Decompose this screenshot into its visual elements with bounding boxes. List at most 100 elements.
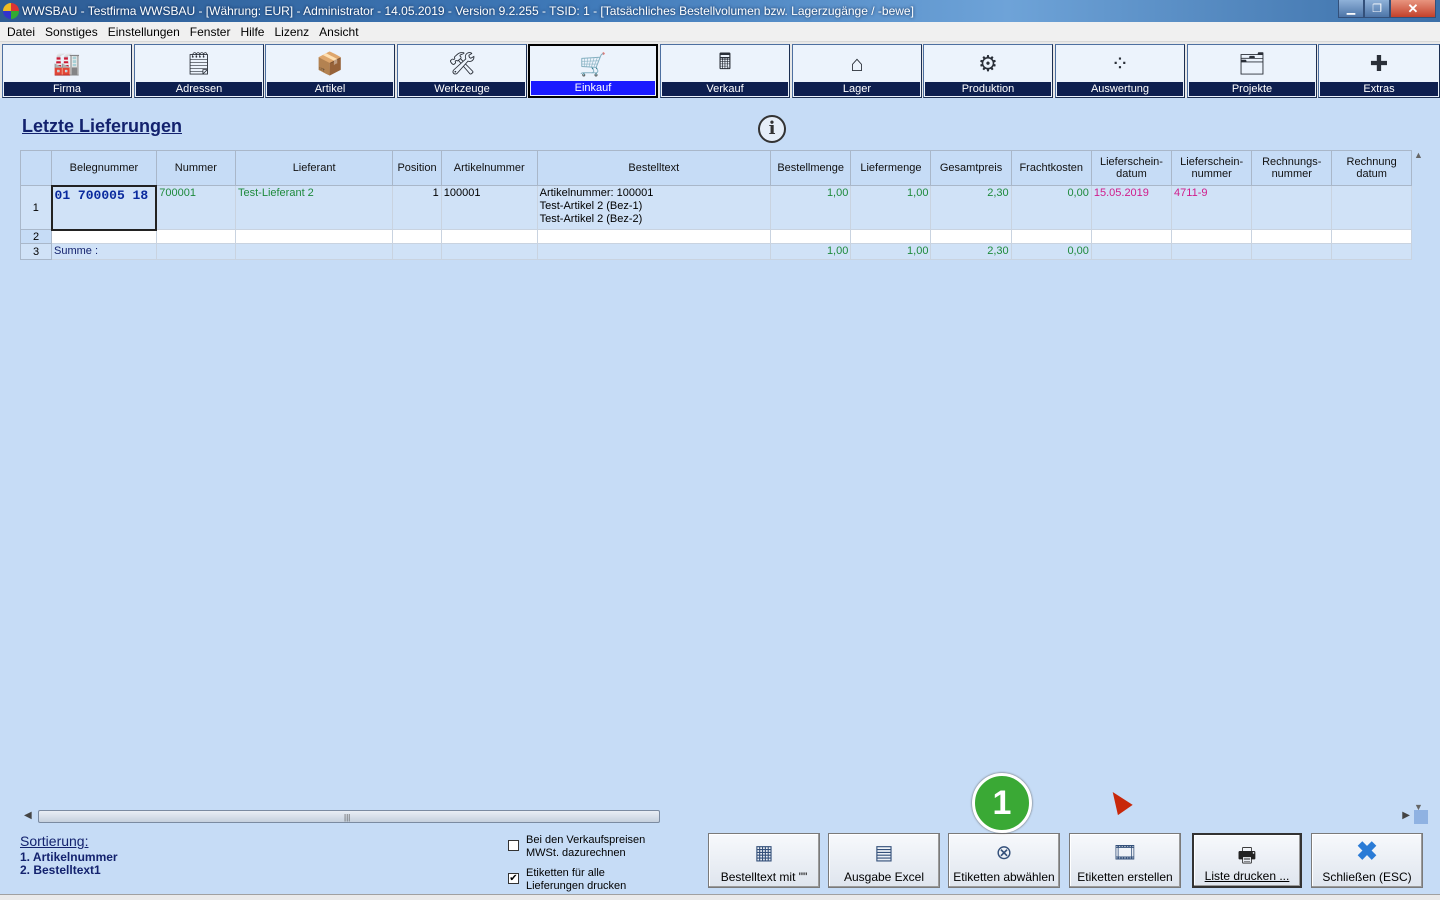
- toolbar-label: Verkauf: [662, 82, 788, 96]
- col-gesamtpreis[interactable]: Gesamtpreis: [930, 150, 1012, 186]
- bestelltext-button[interactable]: ▦ Bestelltext mit "": [708, 833, 820, 888]
- col-bestellmenge[interactable]: Bestellmenge: [769, 150, 852, 186]
- button-label: Etiketten abwählen: [953, 870, 1055, 884]
- cell-gesamtpreis[interactable]: 2,30: [930, 185, 1012, 230]
- toolbar-lager[interactable]: ⌂ Lager: [792, 44, 922, 98]
- cell-lieferschein-datum[interactable]: 15.05.2019: [1090, 185, 1173, 230]
- empty-cell[interactable]: [51, 229, 157, 244]
- puzzle-icon: ✚: [1369, 51, 1389, 76]
- sum-row[interactable]: 3 Summe : 1,00 1,00 2,30 0,00: [20, 243, 1412, 260]
- toolbar-einkauf[interactable]: 🛒 Einkauf: [528, 44, 658, 98]
- toolbar-artikel[interactable]: 📦 Artikel: [265, 44, 395, 98]
- table-row[interactable]: 1 01 700005 18 700001 Test-Lieferant 2 1…: [20, 184, 1412, 231]
- empty-cell[interactable]: [1090, 229, 1173, 244]
- sort-item: 2. Bestelltext1: [20, 863, 101, 877]
- empty-cell[interactable]: [1331, 229, 1412, 244]
- toolbar-auswertung[interactable]: ⁘ Auswertung: [1055, 44, 1185, 98]
- sort-title: Sortierung:: [20, 833, 89, 849]
- col-lieferschein-nummer[interactable]: Lieferschein- nummer: [1171, 150, 1253, 186]
- cell-bestelltext[interactable]: Artikelnummer: 100001 Test-Artikel 2 (Be…: [536, 185, 772, 230]
- etiketten-alle-checkbox[interactable]: ✔: [508, 873, 519, 884]
- toolbar-werkzeuge[interactable]: 🛠 Werkzeuge: [397, 44, 527, 98]
- table-row[interactable]: 2: [20, 229, 1412, 244]
- menu-fenster[interactable]: Fenster: [185, 25, 236, 39]
- menu-einstellungen[interactable]: Einstellungen: [103, 25, 185, 39]
- module-toolbar: 🏭 Firma 🗒 Adressen 📦 Artikel 🛠 Werkzeuge…: [0, 42, 1440, 98]
- app-icon: [3, 3, 19, 19]
- deliveries-grid: Belegnummer Nummer Lieferant Position Ar…: [20, 150, 1412, 813]
- cell-position[interactable]: 1: [392, 185, 442, 230]
- col-artikelnummer[interactable]: Artikelnummer: [440, 150, 538, 186]
- cell-artikelnummer[interactable]: 100001: [440, 185, 538, 230]
- col-bestelltext[interactable]: Bestelltext: [536, 150, 772, 186]
- empty-cell[interactable]: [440, 229, 538, 244]
- cell-rechnungsdatum[interactable]: [1331, 185, 1412, 230]
- col-rechnungsnummer[interactable]: Rechnungs- nummer: [1251, 150, 1333, 186]
- toolbar-projekte[interactable]: 🗂 Projekte: [1187, 44, 1317, 98]
- cell-liefermenge[interactable]: 1,00: [850, 185, 932, 230]
- label-deselect-icon: ⊗: [995, 842, 1013, 864]
- etiketten-abwaehlen-button[interactable]: ⊗ Etiketten abwählen: [948, 833, 1060, 888]
- etiketten-alle-label: Etiketten für alle Lieferungen drucken: [526, 867, 626, 893]
- cell-frachtkosten[interactable]: 0,00: [1010, 185, 1092, 230]
- scroll-left-icon[interactable]: ◀: [24, 810, 32, 821]
- cell-bestellmenge[interactable]: 1,00: [769, 185, 852, 230]
- empty-cell[interactable]: [234, 229, 394, 244]
- cell-lieferant[interactable]: Test-Lieferant 2: [234, 185, 394, 230]
- vertical-scrollbar[interactable]: ▲ ▼: [1412, 150, 1428, 812]
- col-position[interactable]: Position: [392, 150, 442, 186]
- row-number: 3: [20, 243, 53, 260]
- menu-lizenz[interactable]: Lizenz: [269, 25, 314, 39]
- cell-lieferschein-nummer[interactable]: 4711-9: [1171, 185, 1253, 230]
- package-icon: 📦: [316, 51, 344, 76]
- step-badge: 1: [972, 773, 1032, 833]
- etiketten-erstellen-button[interactable]: 🎞 Etiketten erstellen: [1069, 833, 1181, 888]
- scrollbar-thumb[interactable]: |||: [38, 810, 660, 823]
- scroll-right-icon[interactable]: ▶: [1402, 810, 1410, 821]
- toolbar-verkauf[interactable]: 🖩 Verkauf: [660, 44, 790, 98]
- cell-rechnungsnummer[interactable]: [1251, 185, 1333, 230]
- cell-belegnummer[interactable]: 01 700005 18: [50, 184, 158, 231]
- col-lieferant[interactable]: Lieferant: [234, 150, 394, 186]
- menu-sonstiges[interactable]: Sonstiges: [40, 25, 103, 39]
- scroll-up-icon[interactable]: ▲: [1414, 150, 1423, 160]
- menu-hilfe[interactable]: Hilfe: [235, 25, 269, 39]
- cell-nummer[interactable]: 700001: [155, 185, 236, 230]
- empty-cell[interactable]: [536, 229, 772, 244]
- toolbar-label: Projekte: [1189, 82, 1315, 96]
- schliessen-button[interactable]: ✖ Schließen (ESC): [1311, 833, 1423, 888]
- empty-cell[interactable]: [155, 229, 236, 244]
- col-liefermenge[interactable]: Liefermenge: [850, 150, 932, 186]
- menu-datei[interactable]: Datei: [2, 25, 40, 39]
- address-card-icon: 🗒: [185, 51, 213, 76]
- col-frachtkosten[interactable]: Frachtkosten: [1010, 150, 1092, 186]
- col-rechnungsdatum[interactable]: Rechnung datum: [1331, 150, 1412, 186]
- page-title: Letzte Lieferungen: [22, 116, 183, 136]
- horizontal-scrollbar[interactable]: ◀ ||| ▶: [20, 808, 1414, 825]
- empty-cell[interactable]: [1171, 229, 1253, 244]
- vk-mwst-checkbox[interactable]: [508, 840, 519, 851]
- toolbar-extras[interactable]: ✚ Extras: [1318, 44, 1440, 98]
- empty-cell: [155, 243, 236, 260]
- empty-cell[interactable]: [392, 229, 442, 244]
- empty-cell[interactable]: [850, 229, 932, 244]
- maximize-button[interactable]: ❐: [1364, 0, 1390, 18]
- empty-cell[interactable]: [1010, 229, 1092, 244]
- col-nummer[interactable]: Nummer: [155, 150, 236, 186]
- excel-export-button[interactable]: ▤ Ausgabe Excel: [828, 833, 940, 888]
- close-window-button[interactable]: ✕: [1390, 0, 1436, 18]
- col-lieferschein-datum[interactable]: Lieferschein- datum: [1090, 150, 1173, 186]
- main-content: Letzte Lieferungen i Belegnummer Nummer …: [8, 108, 1432, 894]
- toolbar-adressen[interactable]: 🗒 Adressen: [134, 44, 264, 98]
- minimize-button[interactable]: ▁: [1338, 0, 1364, 18]
- empty-cell[interactable]: [769, 229, 852, 244]
- menu-ansicht[interactable]: Ansicht: [314, 25, 363, 39]
- toolbar-firma[interactable]: 🏭 Firma: [2, 44, 132, 98]
- grip-icon: |||: [344, 813, 351, 822]
- toolbar-produktion[interactable]: ⚙ Produktion: [923, 44, 1053, 98]
- empty-cell[interactable]: [1251, 229, 1333, 244]
- liste-drucken-button[interactable]: 🖶 Liste drucken ...: [1192, 833, 1302, 888]
- info-icon[interactable]: i: [758, 115, 786, 143]
- empty-cell[interactable]: [930, 229, 1012, 244]
- col-belegnummer[interactable]: Belegnummer: [51, 150, 157, 186]
